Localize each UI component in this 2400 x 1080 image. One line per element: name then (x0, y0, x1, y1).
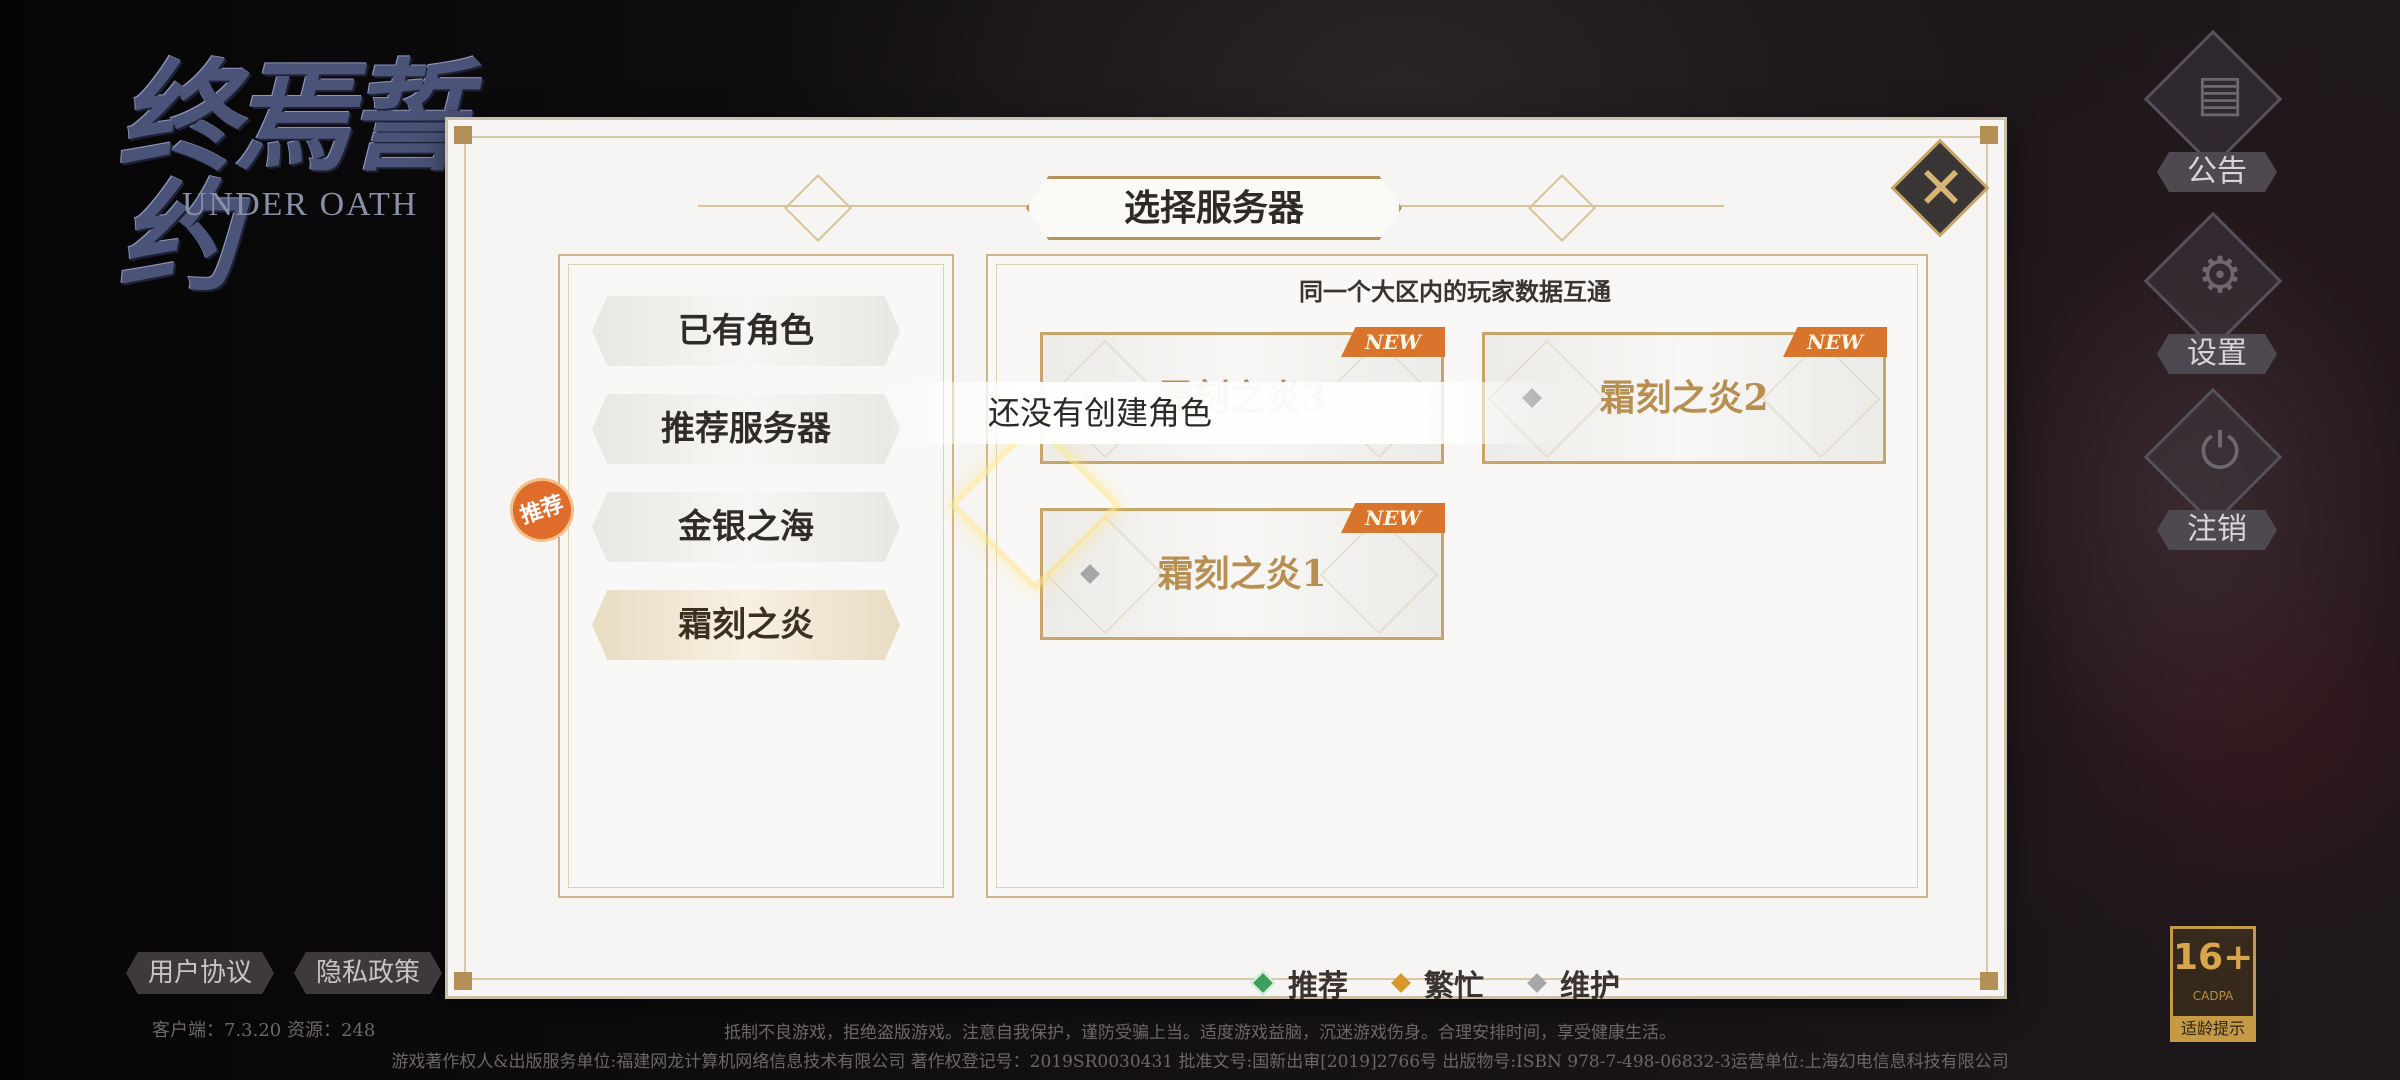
server-status-legend: 推荐 繁忙 维护 (1250, 958, 1666, 1008)
legend-item: 繁忙 (1391, 961, 1484, 1005)
close-icon[interactable]: ✕ (1906, 150, 1976, 226)
busy-status-icon (1391, 973, 1411, 993)
server-select-dialog: 选择服务器 ✕ 已有角色 推荐服务器 金银之海 推荐 霜刻之炎 同一个大区内的玩… (448, 120, 2004, 1004)
tab-region-jinyin[interactable]: 金银之海 (592, 492, 900, 562)
toast-text: 还没有创建角色 (987, 394, 1212, 432)
corner-ornament (1980, 126, 1998, 144)
user-agreement-link[interactable]: 用户协议 (126, 952, 274, 994)
power-icon: ⏻ (2200, 422, 2240, 480)
corner-ornament (454, 972, 472, 990)
legend-item: 推荐 (1250, 961, 1348, 1005)
logout-label: 注销 (2157, 510, 2277, 550)
legend-label: 维护 (1560, 969, 1620, 1004)
region-note: 同一个大区内的玩家数据互通 (1299, 277, 1611, 306)
tab-recommended-servers[interactable]: 推荐服务器 (592, 394, 900, 464)
notice-label: 公告 (2157, 152, 2277, 192)
privacy-policy-link[interactable]: 隐私政策 (294, 952, 442, 994)
corner-ornament (1980, 972, 1998, 990)
tab-region-shuangke[interactable]: 霜刻之炎 (592, 590, 900, 660)
settings-button[interactable]: ⚙ 设置 (2140, 211, 2283, 382)
toast-message: 还没有创建角色 (880, 382, 1560, 444)
notice-button[interactable]: ▤ 公告 (2140, 29, 2283, 200)
tab-existing-characters[interactable]: 已有角色 (592, 296, 900, 366)
recommend-status-icon (1250, 970, 1276, 996)
age-rating-badge[interactable]: 16+ CADPA 适龄提示 (2170, 926, 2256, 1042)
legend-item: 维护 (1527, 961, 1620, 1005)
logout-button[interactable]: ⏻ 注销 (2140, 387, 2283, 558)
notice-icon: ▤ (2196, 64, 2244, 122)
server-card[interactable]: 霜刻之炎1 NEW (1040, 503, 1445, 640)
new-tag: NEW (1341, 327, 1445, 357)
age-rating-hint: 适龄提示 (2170, 1016, 2256, 1042)
copyright-info: 游戏著作权人&出版服务单位:福建网龙计算机网络信息技术有限公司 著作权登记号：2… (391, 1052, 2009, 1072)
age-rating: 16+ (2173, 937, 2254, 978)
gear-icon: ⚙ (2197, 246, 2243, 304)
settings-label: 设置 (2157, 334, 2277, 374)
title-ornament-line (698, 205, 1028, 207)
legend-label: 推荐 (1288, 969, 1348, 1004)
corner-ornament (454, 126, 472, 144)
legend-label: 繁忙 (1424, 969, 1484, 1004)
health-notice: 抵制不良游戏，拒绝盗版游戏。注意自我保护，谨防受骗上当。适度游戏益脑，沉迷游戏伤… (724, 1023, 1676, 1043)
maintenance-status-icon (1527, 973, 1547, 993)
age-rating-org: CADPA (2192, 989, 2234, 1003)
logo-subtitle: UNDER OATH (182, 186, 419, 223)
new-tag: NEW (1341, 503, 1445, 533)
new-tag: NEW (1783, 327, 1887, 357)
dialog-title: 选择服务器 (1026, 176, 1402, 240)
